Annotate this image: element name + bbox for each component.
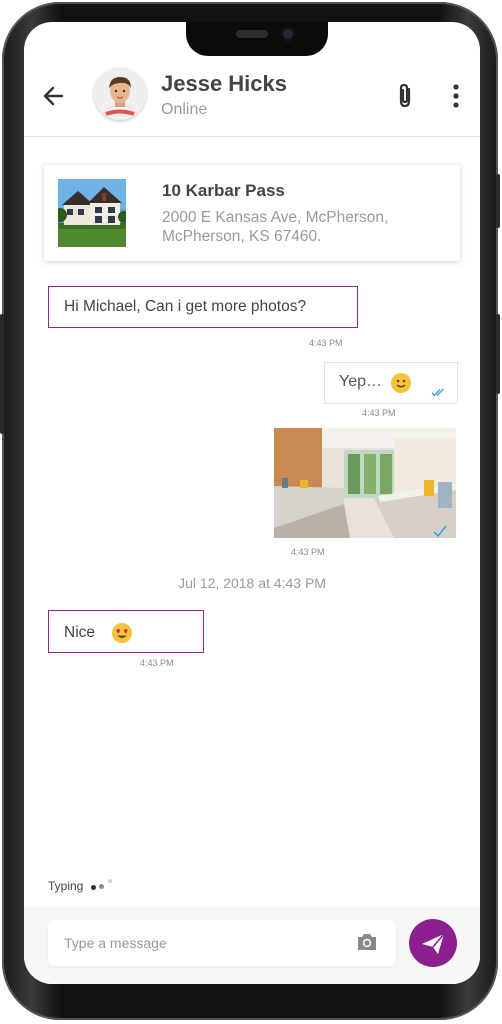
- camera-icon[interactable]: [356, 932, 378, 952]
- contact-name: Jesse Hicks: [161, 71, 287, 96]
- property-title: 10 Karbar Pass: [162, 181, 285, 200]
- message-time: 4:43 PM: [291, 547, 325, 557]
- back-arrow-icon[interactable]: [40, 82, 68, 110]
- chat-header: Jesse Hicks Online: [24, 62, 480, 137]
- message-time: 4:43 PM: [309, 338, 343, 348]
- send-button[interactable]: [409, 919, 457, 967]
- message-text: Hi Michael, Can i get more photos?: [64, 298, 307, 315]
- property-address-line2: McPherson, KS 67460.: [162, 228, 322, 245]
- more-vertical-icon[interactable]: [446, 82, 466, 110]
- property-photo: [58, 179, 126, 247]
- message-input[interactable]: [48, 920, 396, 966]
- contact-status: Online: [161, 101, 208, 118]
- incoming-message-bubble[interactable]: Hi Michael, Can i get more photos?: [48, 286, 358, 328]
- chat-screen: Jesse Hicks Online 10 Karbar Pass 2000 E…: [24, 22, 480, 984]
- typing-dot: [91, 885, 96, 890]
- slightly-smiling-face-icon: [391, 373, 411, 393]
- side-button: [0, 314, 4, 434]
- display-notch: [186, 22, 328, 56]
- avatar-photo: [94, 68, 146, 120]
- message-time: 4:43 PM: [362, 408, 396, 418]
- typing-label: Typing: [48, 879, 84, 893]
- incoming-message-bubble[interactable]: Nice: [48, 610, 204, 653]
- outgoing-message-bubble[interactable]: Yep…: [324, 362, 458, 404]
- volume-button: [496, 314, 500, 394]
- send-icon: [422, 933, 445, 954]
- read-check-icon: [431, 388, 444, 397]
- message-text: Yep…: [339, 373, 382, 390]
- kitchen-photo[interactable]: [274, 428, 456, 538]
- message-text: Nice: [64, 624, 96, 641]
- paperclip-icon[interactable]: [394, 82, 418, 110]
- typing-dot: [99, 884, 104, 889]
- date-separator: Jul 12, 2018 at 4:43 PM: [178, 575, 326, 591]
- earpiece: [236, 30, 268, 38]
- composer-bar: [24, 906, 480, 984]
- typing-dot: [108, 879, 112, 883]
- phone-frame: Jesse Hicks Online 10 Karbar Pass 2000 E…: [0, 2, 500, 1020]
- property-card[interactable]: 10 Karbar Pass 2000 E Kansas Ave, McPher…: [44, 165, 460, 261]
- power-button: [496, 174, 500, 228]
- message-time: 4:43 PM: [140, 658, 174, 668]
- property-address-line1: 2000 E Kansas Ave, McPherson,: [162, 209, 389, 226]
- heart-eyes-face-icon: [112, 623, 132, 643]
- front-camera: [280, 26, 296, 42]
- avatar[interactable]: [94, 68, 146, 120]
